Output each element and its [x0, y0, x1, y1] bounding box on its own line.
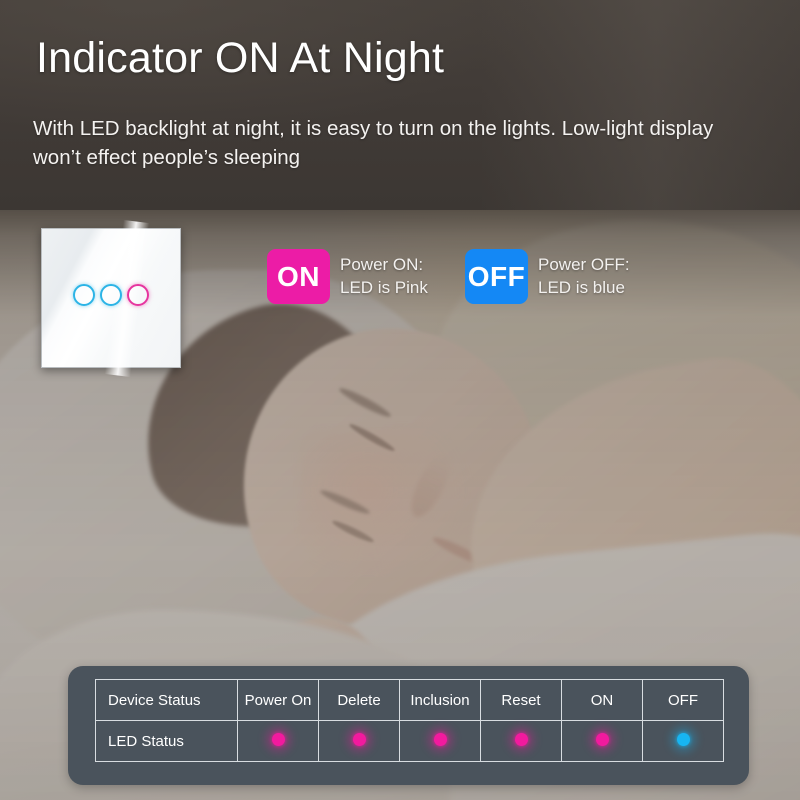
led-cell-delete — [318, 720, 400, 762]
off-badge: OFF — [465, 249, 528, 304]
table-row-led-status: LED Status — [95, 720, 724, 762]
legend-item-power-on: ON Power ON: LED is Pink — [267, 249, 428, 304]
led-indicator-pink — [514, 732, 528, 746]
column-header-inclusion: Inclusion — [399, 679, 481, 721]
led-cell-power-on — [237, 720, 319, 762]
led-indicator-pink — [271, 732, 285, 746]
column-header-power-on: Power On — [237, 679, 319, 721]
header-band-sheen — [480, 0, 800, 210]
legend-text-power-off: Power OFF: LED is blue — [538, 254, 630, 299]
header-band — [0, 0, 800, 210]
led-cell-on — [561, 720, 643, 762]
legend-line-1: Power OFF: — [538, 255, 630, 275]
led-cell-reset — [480, 720, 562, 762]
column-header-reset: Reset — [480, 679, 562, 721]
switch-indicator-group — [42, 284, 180, 306]
led-indicator-pink — [433, 732, 447, 746]
led-indicator-pink — [352, 732, 366, 746]
column-header-on: ON — [561, 679, 643, 721]
status-table: Device Status Power On Delete Inclusion … — [95, 679, 724, 762]
switch-indicator-ring-3[interactable] — [127, 284, 149, 306]
led-cell-inclusion — [399, 720, 481, 762]
page-subtitle: With LED backlight at night, it is easy … — [33, 117, 714, 170]
wall-touch-switch[interactable] — [41, 219, 181, 377]
led-indicator-blue — [676, 732, 690, 746]
legend-line-2: LED is blue — [538, 277, 625, 297]
legend-text-power-on: Power ON: LED is Pink — [340, 254, 428, 299]
status-table-panel: Device Status Power On Delete Inclusion … — [68, 666, 749, 785]
row-header-led-status: LED Status — [95, 720, 238, 762]
led-indicator-pink — [595, 732, 609, 746]
column-header-delete: Delete — [318, 679, 400, 721]
on-badge: ON — [267, 249, 330, 304]
switch-indicator-ring-2[interactable] — [100, 284, 122, 306]
table-row-device-status: Device Status Power On Delete Inclusion … — [95, 679, 724, 721]
promo-banner: Indicator ON At Night With LED backlight… — [0, 0, 800, 800]
page-title: Indicator ON At Night — [36, 34, 445, 82]
column-header-off: OFF — [642, 679, 724, 721]
legend-item-power-off: OFF Power OFF: LED is blue — [465, 249, 630, 304]
row-header-device-status: Device Status — [95, 679, 238, 721]
switch-indicator-ring-1[interactable] — [73, 284, 95, 306]
legend-line-1: Power ON: — [340, 255, 424, 275]
led-cell-off — [642, 720, 724, 762]
legend-line-2: LED is Pink — [340, 277, 428, 297]
